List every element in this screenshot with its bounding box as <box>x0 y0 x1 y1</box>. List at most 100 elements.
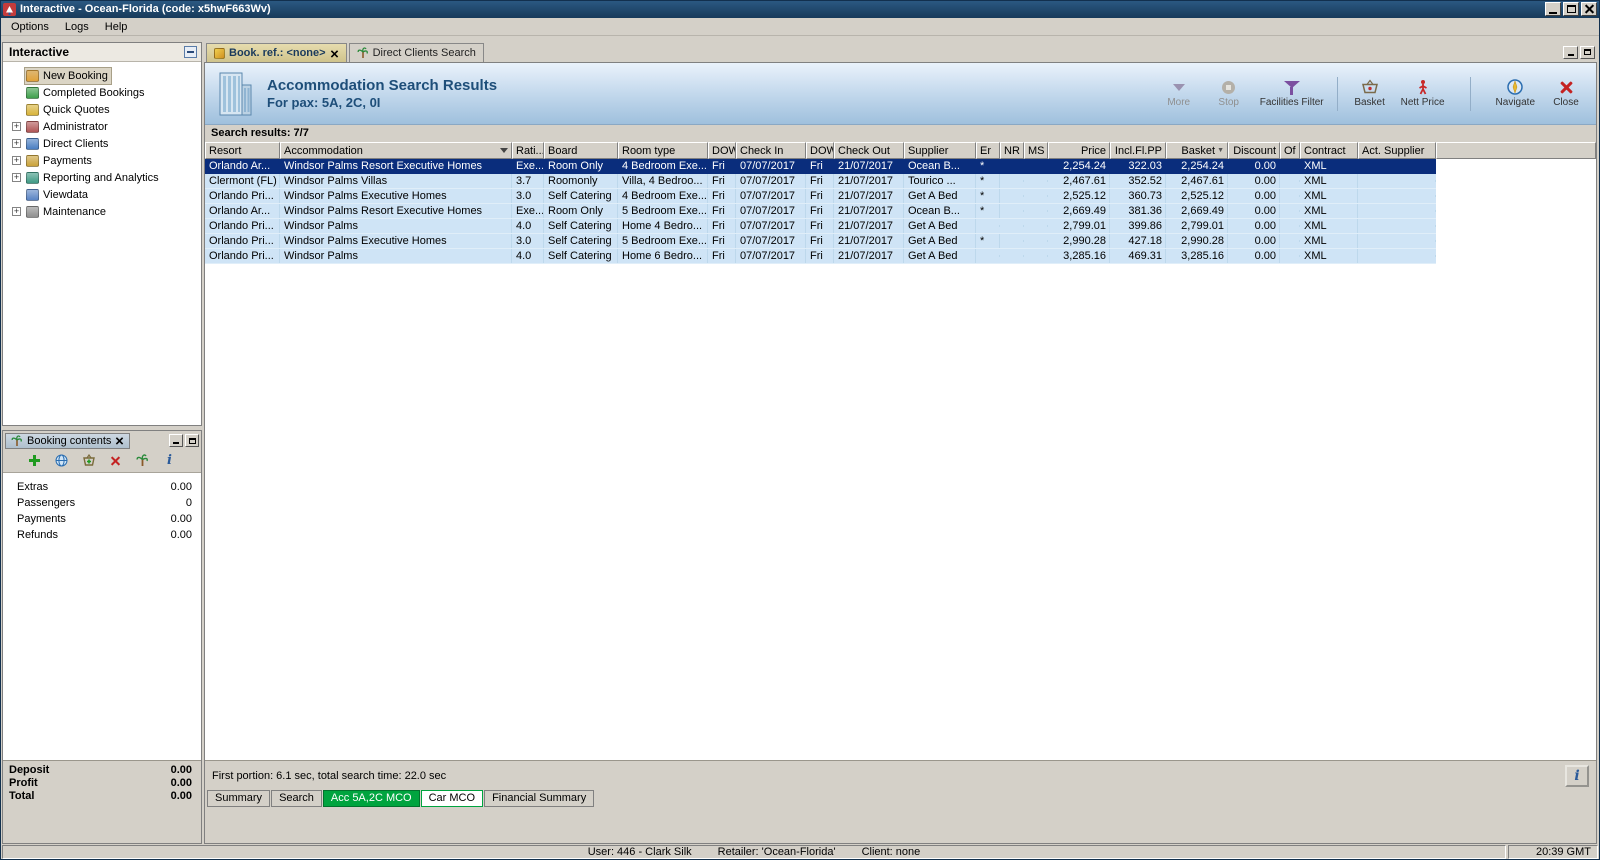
menu-help[interactable]: Help <box>98 20 135 34</box>
column-header-discount[interactable]: Discount <box>1228 142 1280 159</box>
column-header-act-supplier[interactable]: Act. Supplier <box>1358 142 1436 159</box>
result-row[interactable]: Orlando Ar... Windsor Palms Resort Execut… <box>205 159 1436 174</box>
result-row[interactable]: Clermont (FL) Windsor Palms Villas 3.7 Room… <box>205 174 1436 189</box>
close-search-button[interactable]: Close <box>1544 79 1588 108</box>
menu-logs[interactable]: Logs <box>58 20 96 34</box>
column-header-price[interactable]: Price <box>1048 142 1110 159</box>
filter-icon[interactable] <box>500 148 508 153</box>
sidebar-item-viewdata[interactable]: Viewdata <box>3 186 201 203</box>
stop-button[interactable]: Stop <box>1207 79 1251 108</box>
result-cell <box>1358 195 1436 197</box>
close-window-button[interactable] <box>1581 2 1597 16</box>
column-header-room-type[interactable]: Room type <box>618 142 708 159</box>
column-header-contract[interactable]: Contract <box>1300 142 1358 159</box>
column-header-check-out[interactable]: Check Out <box>834 142 904 159</box>
column-header-supplier[interactable]: Supplier <box>904 142 976 159</box>
sidebar-item-completed-bookings[interactable]: Completed Bookings <box>3 84 201 101</box>
collapse-panel-button[interactable] <box>184 46 197 58</box>
result-cell <box>1280 255 1300 257</box>
more-button[interactable]: More <box>1157 79 1201 108</box>
basket-button[interactable]: Basket <box>1348 79 1392 108</box>
minimize-button[interactable] <box>1545 2 1561 16</box>
sidebar-item-reporting-and-analytics[interactable]: + Reporting and Analytics <box>3 169 201 186</box>
nett-price-button[interactable]: Nett Price <box>1398 79 1448 108</box>
column-label: Discount <box>1233 144 1276 157</box>
tab-booking-ref[interactable]: Book. ref.: <none> <box>206 43 347 62</box>
sidebar-item-direct-clients[interactable]: + Direct Clients <box>3 135 201 152</box>
sidebar-item-administrator[interactable]: + Administrator <box>3 118 201 135</box>
booking-total-value: 0.00 <box>170 790 192 802</box>
info-button-small[interactable]: i <box>162 453 178 469</box>
sidebar-item-maintenance[interactable]: + Maintenance <box>3 203 201 220</box>
result-cell: Fri <box>708 219 736 233</box>
result-row[interactable]: Orlando Pri... Windsor Palms Executive Ho… <box>205 234 1436 249</box>
bottom-tab-summary[interactable]: Summary <box>207 790 271 807</box>
result-cell: 352.52 <box>1110 174 1166 188</box>
column-header-of[interactable]: Of <box>1280 142 1300 159</box>
result-cell: 3.0 <box>512 234 544 248</box>
column-header-incl-fl-pp[interactable]: Incl.Fl.PP <box>1110 142 1166 159</box>
bottom-tab-search[interactable]: Search <box>271 790 322 807</box>
result-row[interactable]: Orlando Pri... Windsor Palms 4.0 Self Cater… <box>205 249 1436 264</box>
column-header-resort[interactable]: Resort <box>205 142 280 159</box>
expand-icon[interactable]: + <box>12 122 21 131</box>
maximize-button[interactable] <box>1563 2 1579 16</box>
expand-icon[interactable]: + <box>12 156 21 165</box>
tab-label: Book. ref.: <none> <box>229 47 326 59</box>
result-cell <box>1024 165 1048 167</box>
column-header-er[interactable]: Er <box>976 142 1000 159</box>
result-row[interactable]: Orlando Pri... Windsor Palms Executive Ho… <box>205 189 1436 204</box>
delete-item-button[interactable] <box>108 453 124 469</box>
result-row[interactable]: Orlando Ar... Windsor Palms Resort Execut… <box>205 204 1436 219</box>
bottom-tab-acc-5a-2c-mco[interactable]: Acc 5A,2C MCO <box>322 790 420 807</box>
result-cell: XML <box>1300 249 1358 263</box>
menu-options[interactable]: Options <box>4 20 56 34</box>
result-row[interactable]: Orlando Pri... Windsor Palms 4.0 Self Cater… <box>205 219 1436 234</box>
sidebar-item-content: Reporting and Analytics <box>25 170 162 186</box>
result-cell <box>1000 210 1024 212</box>
result-cell: Get A Bed <box>904 234 976 248</box>
bottom-tab-financial-summary[interactable]: Financial Summary <box>484 790 595 807</box>
column-label: Rati... <box>516 144 544 157</box>
info-button[interactable]: i <box>1565 764 1589 787</box>
sidebar-item-payments[interactable]: + Payments <box>3 152 201 169</box>
expand-icon[interactable]: + <box>12 173 21 182</box>
nett-price-icon <box>1415 79 1431 95</box>
expand-icon[interactable]: + <box>12 139 21 148</box>
column-header-nr[interactable]: NR <box>1000 142 1024 159</box>
mdi-restore-button[interactable] <box>1580 45 1595 59</box>
column-header-dow[interactable]: DOW <box>708 142 736 159</box>
result-cell: 21/07/2017 <box>834 234 904 248</box>
navigate-button[interactable]: Navigate <box>1493 79 1538 108</box>
holiday-button[interactable] <box>135 453 151 469</box>
result-cell: 427.18 <box>1110 234 1166 248</box>
column-header-check-in[interactable]: Check In <box>736 142 806 159</box>
result-cell: Orlando Pri... <box>205 189 280 203</box>
sidebar-item-content: Completed Bookings <box>25 85 148 101</box>
bc-minimize-button[interactable] <box>169 434 183 447</box>
mdi-minimize-button[interactable] <box>1563 45 1578 59</box>
column-header-board[interactable]: Board <box>544 142 618 159</box>
booking-contents-tab[interactable]: Booking contents <box>5 432 131 449</box>
result-cell: Exe... <box>512 159 544 173</box>
result-cell: Windsor Palms Executive Homes <box>280 189 512 203</box>
web-button[interactable] <box>54 453 70 469</box>
column-header-rati[interactable]: Rati... <box>512 142 544 159</box>
add-item-button[interactable] <box>27 453 43 469</box>
expand-icon[interactable]: + <box>12 207 21 216</box>
tab-direct-clients-search[interactable]: Direct Clients Search <box>348 43 484 62</box>
close-tab-icon[interactable] <box>330 49 337 56</box>
close-booking-contents-icon[interactable] <box>116 437 123 444</box>
sidebar-item-quick-quotes[interactable]: Quick Quotes <box>3 101 201 118</box>
booking-contents-toolbar: i <box>3 449 201 473</box>
column-header-dow[interactable]: DOW <box>806 142 834 159</box>
bottom-tab-car-mco[interactable]: Car MCO <box>420 790 484 807</box>
facilities-filter-button[interactable]: Facilities Filter <box>1257 79 1327 108</box>
sidebar-item-new-booking[interactable]: New Booking <box>3 66 201 85</box>
column-header-ms[interactable]: MS <box>1024 142 1048 159</box>
add-basket-button[interactable] <box>81 453 97 469</box>
result-cell: 3.0 <box>512 189 544 203</box>
column-header-basket[interactable]: Basket ▼ <box>1166 142 1228 159</box>
bc-restore-button[interactable] <box>185 434 199 447</box>
column-header-accommodation[interactable]: Accommodation <box>280 142 512 159</box>
